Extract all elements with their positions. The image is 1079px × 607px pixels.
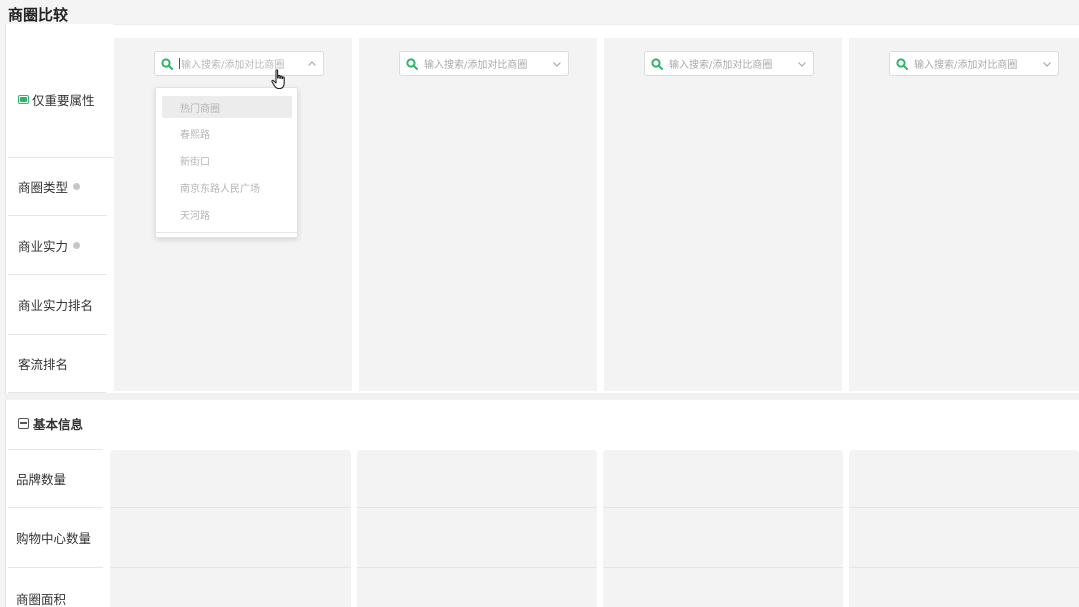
basic-info-title: 基本信息 bbox=[33, 417, 84, 432]
district-dropdown: 热门商圈 春熙路 新街口 南京东路人民广场 天河路 bbox=[155, 87, 298, 238]
row-brand-count: 品牌数量 bbox=[8, 450, 103, 508]
search-icon bbox=[651, 57, 663, 70]
top-divider bbox=[113, 24, 1079, 25]
basic-info-column-1 bbox=[110, 450, 351, 607]
compare-column-2 bbox=[359, 38, 597, 391]
info-icon[interactable] bbox=[73, 241, 81, 249]
row-label: 购物中心数量 bbox=[16, 531, 92, 546]
search-placeholder: 输入搜索/添加对比商圈 bbox=[914, 60, 1018, 71]
basic-info-column-4 bbox=[849, 450, 1079, 607]
search-icon bbox=[161, 57, 173, 70]
search-icon bbox=[406, 57, 418, 70]
chevron-up-icon[interactable] bbox=[307, 59, 317, 69]
section-divider bbox=[5, 393, 1079, 400]
district-search-input-3[interactable]: 输入搜索/添加对比商圈 bbox=[644, 51, 814, 76]
cell-divider bbox=[357, 507, 597, 508]
search-placeholder: 输入搜索/添加对比商圈 bbox=[669, 60, 773, 71]
cell-divider bbox=[603, 507, 843, 508]
info-icon[interactable] bbox=[73, 183, 81, 190]
eye-toggle-icon[interactable] bbox=[18, 95, 29, 104]
row-label: 商业实力 bbox=[18, 238, 69, 254]
district-search-input-4[interactable]: 输入搜索/添加对比商圈 bbox=[889, 51, 1059, 76]
row-business-district-type: 商圈类型 bbox=[8, 158, 107, 216]
cell-divider bbox=[110, 507, 351, 508]
row-label: 品牌数量 bbox=[16, 472, 67, 487]
important-attributes-toggle[interactable]: 仅重要属性 bbox=[18, 90, 95, 109]
row-commercial-strength: 商业实力 bbox=[8, 216, 107, 275]
cell-divider bbox=[603, 567, 843, 568]
row-label: 商业实力排名 bbox=[18, 298, 94, 313]
collapse-icon[interactable] bbox=[18, 418, 29, 429]
row-label: 商圈类型 bbox=[18, 180, 69, 195]
basic-info-header[interactable]: 基本信息 bbox=[18, 414, 83, 433]
cell-divider bbox=[357, 567, 597, 568]
compare-column-3 bbox=[604, 38, 842, 391]
important-attributes-label: 仅重要属性 bbox=[32, 93, 95, 108]
search-icon bbox=[896, 57, 908, 70]
row-label: 客流排名 bbox=[18, 357, 69, 372]
dropdown-option[interactable]: 春熙路 bbox=[162, 122, 292, 144]
district-search-input-2[interactable]: 输入搜索/添加对比商圈 bbox=[399, 51, 569, 76]
row-mall-count: 购物中心数量 bbox=[8, 508, 103, 568]
dropdown-option[interactable]: 热门商圈 bbox=[162, 96, 292, 118]
row-commercial-strength-rank: 商业实力排名 bbox=[8, 275, 107, 335]
chevron-down-icon[interactable] bbox=[552, 59, 562, 69]
dropdown-footer-divider bbox=[156, 232, 297, 233]
cell-divider bbox=[849, 567, 1079, 568]
cell-divider bbox=[849, 507, 1079, 508]
search-placeholder: 输入搜索/添加对比商圈 bbox=[424, 60, 528, 71]
dropdown-option[interactable]: 南京东路人民广场 bbox=[162, 176, 292, 198]
compare-column-4 bbox=[849, 38, 1079, 391]
page-title: 商圈比较 bbox=[8, 6, 69, 24]
text-caret bbox=[179, 58, 180, 69]
basic-info-column-2 bbox=[357, 450, 597, 607]
dropdown-option[interactable]: 天河路 bbox=[162, 203, 292, 225]
row-label: 商圈面积 bbox=[16, 591, 67, 607]
row-district-area: 商圈面积 bbox=[8, 568, 103, 607]
basic-info-column-3 bbox=[603, 450, 843, 607]
district-search-input-1[interactable]: 输入搜索/添加对比商圈 bbox=[154, 51, 324, 76]
row-footfall-rank: 客流排名 bbox=[8, 335, 107, 393]
chevron-down-icon[interactable] bbox=[1042, 59, 1052, 69]
chevron-down-icon[interactable] bbox=[797, 59, 807, 69]
hand-pointer-icon bbox=[271, 69, 285, 90]
cell-divider bbox=[110, 567, 351, 568]
dropdown-option[interactable]: 新街口 bbox=[162, 149, 292, 171]
